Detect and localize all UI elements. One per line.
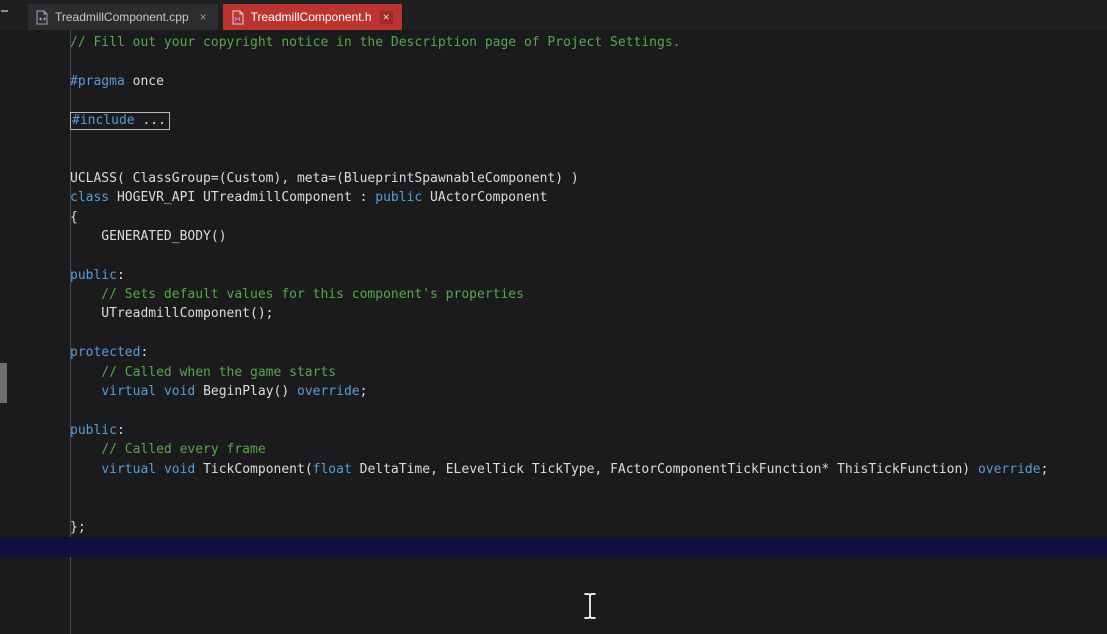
tab-bar: TreadmillComponent.cpp × TreadmillCompon… [0,0,1107,30]
code-text: BeginPlay() [195,384,297,400]
code-keyword: public [375,190,423,206]
code-text: : [116,422,125,438]
code-keyword: void [163,461,196,477]
code-keyword: public [70,422,117,438]
header-file-icon [232,10,244,24]
code-line[interactable] [70,91,1107,110]
code-line[interactable]: #pragma once [70,72,1107,91]
code-comment: // Sets default values for this componen… [70,287,524,303]
code-line[interactable]: // Called when the game starts [70,363,1107,382]
code-text: : [140,345,149,361]
code-keyword: override [977,461,1041,477]
code-text: ; [1040,461,1049,477]
code-line[interactable]: UCLASS( ClassGroup=(Custom), meta=(Bluep… [70,169,1107,188]
code-comment: // Fill out your copyright notice in the… [70,35,681,50]
code-line[interactable] [70,479,1107,498]
code-text: { [70,209,78,225]
code-keyword: public [70,267,117,283]
code-text: HOGEVR_API UTreadmillComponent : [109,190,376,206]
tab-label: TreadmillComponent.h [250,10,372,24]
tab-close-icon[interactable]: × [197,11,210,24]
code-keyword: protected [70,345,141,361]
code-line[interactable]: // Called every frame [70,440,1107,459]
caret-line-highlight[interactable] [0,537,1107,557]
code-comment: // Called when the game starts [70,364,337,380]
code-line[interactable]: #include ... [70,111,1107,130]
code-keyword: #pragma [70,73,125,89]
code-text: UActorComponent [422,190,548,206]
cpp-file-icon [36,10,48,24]
code-text: GENERATED_BODY() [70,228,227,244]
window-menu-dash-icon [1,10,8,12]
code-text: UTreadmillComponent(); [70,306,274,322]
code-text: ... [134,112,166,128]
code-line[interactable]: class HOGEVR_API UTreadmillComponent : p… [70,188,1107,207]
code-line[interactable] [70,498,1107,517]
code-line[interactable]: public: [70,421,1107,440]
code-keyword: #include [72,112,135,128]
code-line[interactable] [70,149,1107,168]
code-line[interactable]: }; [70,518,1107,537]
code-line[interactable]: { [70,208,1107,227]
code-line[interactable]: // Sets default values for this componen… [70,285,1107,304]
code-keyword: override [297,384,360,400]
code-keyword: void [163,384,196,400]
code-lines: // Fill out your copyright notice in the… [0,33,1107,557]
code-keyword: float [312,461,352,477]
code-text: TickComponent( [195,461,313,477]
collapsed-include-region[interactable]: #include ... [70,111,170,130]
code-line[interactable] [70,401,1107,420]
code-line[interactable] [70,52,1107,71]
code-text: DeltaTime, ELevelTick TickType, FActorCo… [351,461,978,477]
code-line[interactable] [70,246,1107,265]
code-text: ; [359,384,368,400]
code-comment: // Called every frame [70,442,266,458]
code-line[interactable]: protected: [70,343,1107,362]
code-line[interactable]: virtual void TickComponent(float DeltaTi… [70,460,1107,479]
code-line[interactable]: virtual void BeginPlay() override; [70,382,1107,401]
code-keyword: virtual [101,384,157,400]
code-line[interactable]: // Fill out your copyright notice in the… [70,33,1107,52]
code-line[interactable]: GENERATED_BODY() [70,227,1107,246]
code-text: }; [70,519,86,535]
code-keyword: virtual [101,461,157,477]
tab-treadmillcomponent-h[interactable]: TreadmillComponent.h × [222,4,403,30]
code-line[interactable] [70,130,1107,149]
tab-bar-left-margin [0,0,28,30]
code-line[interactable]: public: [70,266,1107,285]
code-text: UCLASS( ClassGroup=(Custom), meta=(Bluep… [70,170,579,186]
code-text: : [116,267,125,283]
code-line[interactable]: UTreadmillComponent(); [70,304,1107,323]
code-text: once [124,73,164,89]
code-line[interactable] [70,324,1107,343]
tab-treadmillcomponent-cpp[interactable]: TreadmillComponent.cpp × [28,4,219,30]
editor-pane[interactable]: // Fill out your copyright notice in the… [0,30,1107,634]
tab-close-icon[interactable]: × [379,10,393,24]
tab-label: TreadmillComponent.cpp [55,10,189,24]
code-keyword: class [70,190,110,206]
